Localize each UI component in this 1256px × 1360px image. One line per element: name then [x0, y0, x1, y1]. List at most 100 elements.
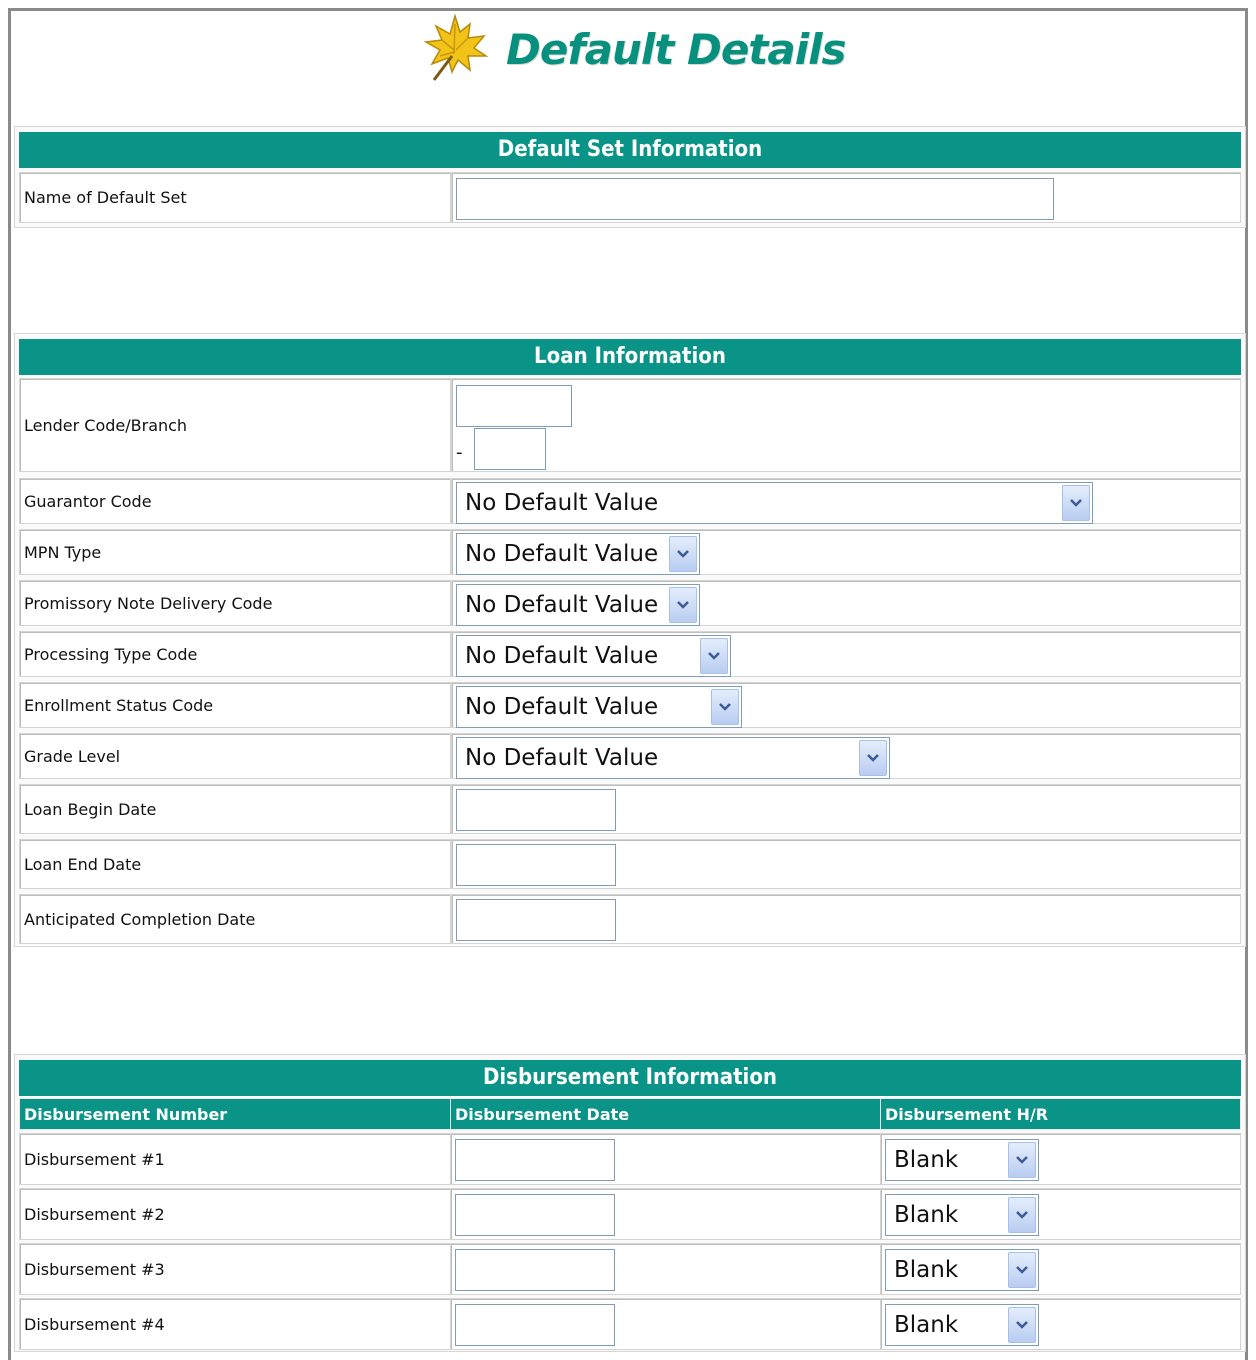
mpn-type-value: No Default Value	[465, 541, 659, 567]
disbursement-date-cell	[450, 1243, 881, 1295]
disbursement-date-cell	[450, 1298, 881, 1350]
col-disbursement-date: Disbursement Date	[450, 1098, 881, 1130]
disbursement-date-cell	[450, 1188, 881, 1240]
disbursement-row: Disbursement #3 Blank	[19, 1243, 1241, 1295]
guarantor-code-cell: No Default Value	[451, 478, 1241, 524]
disbursement-row: Disbursement #4 Blank	[19, 1298, 1241, 1350]
disbursement-label: Disbursement #2	[19, 1188, 451, 1240]
chevron-down-icon[interactable]	[669, 587, 697, 623]
chevron-down-icon[interactable]	[1008, 1307, 1036, 1343]
processing-type-select[interactable]: No Default Value	[456, 635, 731, 677]
grade-level-row: Grade Level No Default Value	[19, 733, 1241, 779]
disbursement-date-input[interactable]	[455, 1304, 615, 1346]
grade-level-select[interactable]: No Default Value	[456, 737, 890, 779]
completion-date-row: Anticipated Completion Date	[19, 894, 1241, 944]
chevron-down-icon[interactable]	[1008, 1252, 1036, 1288]
loan-begin-date-input[interactable]	[456, 789, 616, 831]
disbursement-label: Disbursement #3	[19, 1243, 451, 1295]
grade-level-label: Grade Level	[19, 733, 451, 779]
disbursement-hr-value: Blank	[894, 1257, 959, 1283]
loan-end-date-row: Loan End Date	[19, 839, 1241, 889]
loan-begin-date-row: Loan Begin Date	[19, 784, 1241, 834]
disbursement-hr-cell: Blank	[880, 1133, 1241, 1185]
grade-level-cell: No Default Value	[451, 733, 1241, 779]
mpn-type-label: MPN Type	[19, 529, 451, 575]
mpn-type-row: MPN Type No Default Value	[19, 529, 1241, 575]
disbursement-date-input[interactable]	[455, 1194, 615, 1236]
promissory-note-label: Promissory Note Delivery Code	[19, 580, 451, 626]
disbursement-hr-value: Blank	[894, 1202, 959, 1228]
enrollment-status-label: Enrollment Status Code	[19, 682, 451, 728]
loan-end-date-label: Loan End Date	[19, 839, 451, 889]
loan-info-header: Loan Information	[19, 339, 1241, 375]
loan-begin-date-cell	[451, 784, 1241, 834]
default-set-name-input[interactable]	[456, 178, 1054, 220]
chevron-down-icon[interactable]	[1008, 1142, 1036, 1178]
disbursement-hr-select[interactable]: Blank	[885, 1139, 1039, 1181]
chevron-down-icon[interactable]	[711, 689, 739, 725]
default-set-name-label: Name of Default Set	[19, 172, 451, 223]
loan-end-date-cell	[451, 839, 1241, 889]
lender-code-input[interactable]	[456, 385, 572, 427]
completion-date-cell	[451, 894, 1241, 944]
disbursement-date-input[interactable]	[455, 1249, 615, 1291]
branch-separator: -	[456, 442, 463, 463]
lender-code-row: Lender Code/Branch -	[19, 378, 1241, 472]
loan-end-date-input[interactable]	[456, 844, 616, 886]
page-header: Default Details	[418, 10, 847, 88]
promissory-note-value: No Default Value	[465, 592, 659, 618]
default-set-header: Default Set Information	[19, 132, 1241, 168]
default-set-name-cell	[451, 172, 1241, 223]
guarantor-code-select[interactable]: No Default Value	[456, 482, 1093, 524]
disbursement-date-cell	[450, 1133, 881, 1185]
maple-leaf-icon	[418, 10, 492, 88]
disbursement-hr-cell: Blank	[880, 1188, 1241, 1240]
disbursement-row: Disbursement #1 Blank	[19, 1133, 1241, 1185]
guarantor-code-label: Guarantor Code	[19, 478, 451, 524]
enrollment-status-cell: No Default Value	[451, 682, 1241, 728]
disbursement-row: Disbursement #2 Blank	[19, 1188, 1241, 1240]
mpn-type-cell: No Default Value	[451, 529, 1241, 575]
disbursement-hr-select[interactable]: Blank	[885, 1249, 1039, 1291]
chevron-down-icon[interactable]	[859, 740, 887, 776]
disbursement-hr-cell: Blank	[880, 1243, 1241, 1295]
disbursement-hr-value: Blank	[894, 1312, 959, 1338]
enrollment-status-value: No Default Value	[465, 694, 659, 720]
completion-date-input[interactable]	[456, 899, 616, 941]
disbursement-column-headers: Disbursement Number Disbursement Date Di…	[19, 1098, 1241, 1130]
page-title: Default Details	[506, 24, 847, 74]
chevron-down-icon[interactable]	[1062, 485, 1090, 521]
processing-type-label: Processing Type Code	[19, 631, 451, 677]
processing-type-cell: No Default Value	[451, 631, 1241, 677]
lender-code-label: Lender Code/Branch	[19, 378, 451, 472]
disbursement-date-input[interactable]	[455, 1139, 615, 1181]
disbursement-table: Disbursement Information Disbursement Nu…	[14, 1054, 1246, 1352]
promissory-note-row: Promissory Note Delivery Code No Default…	[19, 580, 1241, 626]
guarantor-code-value: No Default Value	[465, 490, 659, 516]
col-disbursement-number: Disbursement Number	[19, 1098, 451, 1130]
grade-level-value: No Default Value	[465, 745, 659, 771]
enrollment-status-row: Enrollment Status Code No Default Value	[19, 682, 1241, 728]
default-set-table: Default Set Information Name of Default …	[14, 126, 1246, 228]
disbursement-hr-select[interactable]: Blank	[885, 1194, 1039, 1236]
guarantor-code-row: Guarantor Code No Default Value	[19, 478, 1241, 524]
disbursement-label: Disbursement #4	[19, 1298, 451, 1350]
loan-info-table: Loan Information Lender Code/Branch - Gu…	[14, 333, 1246, 947]
completion-date-label: Anticipated Completion Date	[19, 894, 451, 944]
lender-code-cell: -	[451, 378, 1241, 472]
disbursement-header: Disbursement Information	[19, 1060, 1241, 1096]
disbursement-hr-cell: Blank	[880, 1298, 1241, 1350]
default-set-name-row: Name of Default Set	[19, 172, 1241, 223]
loan-begin-date-label: Loan Begin Date	[19, 784, 451, 834]
branch-input[interactable]	[474, 428, 546, 470]
enrollment-status-select[interactable]: No Default Value	[456, 686, 742, 728]
disbursement-label: Disbursement #1	[19, 1133, 451, 1185]
chevron-down-icon[interactable]	[1008, 1197, 1036, 1233]
mpn-type-select[interactable]: No Default Value	[456, 533, 700, 575]
disbursement-hr-value: Blank	[894, 1147, 959, 1173]
promissory-note-select[interactable]: No Default Value	[456, 584, 700, 626]
disbursement-hr-select[interactable]: Blank	[885, 1304, 1039, 1346]
chevron-down-icon[interactable]	[669, 536, 697, 572]
promissory-note-cell: No Default Value	[451, 580, 1241, 626]
chevron-down-icon[interactable]	[700, 638, 728, 674]
